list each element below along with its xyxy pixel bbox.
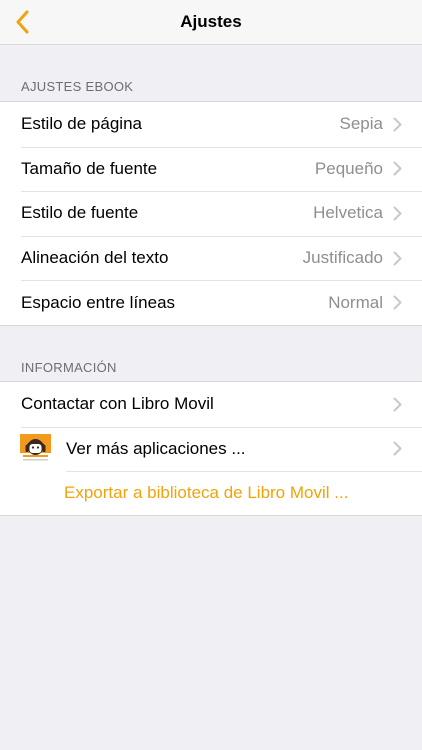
row-label: Ver más aplicaciones ...	[66, 438, 246, 458]
row-font-style[interactable]: Estilo de fuente Helvetica	[0, 191, 422, 236]
row-value: Helvetica	[313, 203, 383, 223]
chevron-right-icon	[392, 205, 402, 221]
row-label: Estilo de página	[21, 114, 142, 134]
navigation-bar: Ajustes	[0, 0, 422, 45]
row-label: Estilo de fuente	[21, 203, 139, 223]
row-label: Espacio entre líneas	[21, 292, 176, 312]
ebook-settings-group: Estilo de página Sepia Tamaño de fuente …	[0, 101, 422, 326]
row-value: Justificado	[302, 248, 383, 268]
export-link: Exportar a biblioteca de Libro Movil ...	[64, 483, 349, 503]
row-label: Tamaño de fuente	[21, 158, 158, 178]
info-group: Contactar con Libro Movil Ver más aplica…	[0, 381, 422, 516]
chevron-right-icon	[392, 250, 402, 266]
chevron-right-icon	[392, 161, 402, 177]
row-export-library[interactable]: Exportar a biblioteca de Libro Movil ...	[0, 471, 422, 516]
row-page-style[interactable]: Estilo de página Sepia	[0, 102, 422, 147]
chevron-right-icon	[392, 396, 402, 412]
row-text-alignment[interactable]: Alineación del texto Justificado	[0, 235, 422, 281]
row-label: Alineación del texto	[21, 248, 169, 268]
row-contact[interactable]: Contactar con Libro Movil	[0, 382, 422, 427]
section-header-info: INFORMACIÓN	[21, 360, 117, 375]
section-header-ebook: AJUSTES EBOOK	[21, 79, 134, 94]
row-label: Contactar con Libro Movil	[21, 394, 214, 414]
row-line-spacing[interactable]: Espacio entre líneas Normal	[0, 280, 422, 325]
row-value: Pequeño	[314, 158, 383, 178]
libro-movil-app-icon	[20, 433, 51, 465]
row-more-apps[interactable]: Ver más aplicaciones ...	[0, 426, 422, 472]
chevron-right-icon	[392, 441, 402, 457]
chevron-right-icon	[392, 116, 402, 132]
row-value: Normal	[328, 292, 383, 312]
row-value: Sepia	[339, 114, 383, 134]
chevron-right-icon	[392, 295, 402, 311]
page-title: Ajustes	[180, 12, 242, 31]
row-font-size[interactable]: Tamaño de fuente Pequeño	[0, 146, 422, 192]
